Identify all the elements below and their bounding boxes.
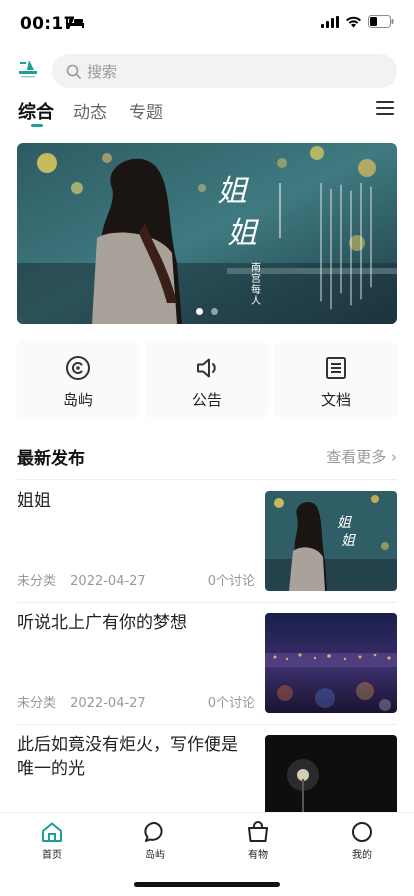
chat-bubble-icon	[144, 822, 163, 842]
latest-section-header: 最新发布 查看更多 ›	[17, 444, 397, 469]
menu-icon[interactable]	[376, 100, 394, 116]
shortcut-island-label: 岛屿	[62, 391, 93, 409]
banner-headline-line-2: 姐	[227, 216, 257, 251]
tab-general[interactable]: 综合	[18, 98, 54, 124]
article-title: 听说北上广有你的梦想	[17, 613, 187, 633]
search-icon	[66, 64, 81, 79]
article-meta: 未分类 2022-04-27 0个讨论	[17, 570, 255, 589]
article-meta: 未分类 2022-04-27 0个讨论	[17, 692, 255, 711]
article-thumbnail	[265, 613, 397, 713]
banner-dot-1[interactable]	[196, 308, 203, 315]
tab-activity[interactable]: 动态	[73, 98, 107, 123]
shortcut-announcement[interactable]: 公告	[146, 341, 268, 417]
sleep-mode-icon	[66, 18, 84, 28]
banner-headline-line-1: 姐	[217, 174, 247, 209]
article-item[interactable]: 姐姐 未分类 2022-04-27 0个讨论 姐 姐	[17, 481, 397, 603]
category-tabs: 综合 动态 专题	[0, 96, 414, 130]
home-icon	[42, 822, 62, 842]
article-date: 2022-04-27	[70, 696, 146, 711]
featured-banner[interactable]: 姐 姐 南宫每人	[17, 143, 397, 324]
search-input[interactable]: 搜索	[52, 54, 397, 88]
document-icon	[326, 357, 346, 379]
article-thumbnail: 姐 姐	[265, 491, 397, 591]
wifi-icon	[346, 16, 361, 27]
banner-poem-texture	[317, 182, 377, 313]
article-title: 此后如竟没有炬火，写作便是唯一的光	[17, 735, 238, 779]
tab-island-label: 岛屿	[145, 850, 165, 861]
banner-dot-2[interactable]	[211, 308, 218, 315]
article-category: 未分类	[17, 696, 57, 711]
home-indicator	[134, 882, 280, 887]
top-bar: 搜索	[0, 54, 414, 88]
banner-caption: 南宫每人	[251, 263, 261, 307]
cellular-signal-icon	[321, 15, 339, 28]
shortcut-documents[interactable]: 文档	[275, 341, 397, 417]
active-tab-indicator	[31, 124, 43, 127]
island-icon	[66, 356, 90, 380]
divider	[17, 479, 397, 480]
battery-icon	[368, 15, 394, 28]
article-thumbnail-headline-2: 姐	[341, 533, 356, 549]
tab-topics[interactable]: 专题	[129, 98, 163, 123]
tab-home[interactable]: 首页	[22, 821, 82, 861]
banner-pagination	[17, 308, 397, 315]
view-more-link[interactable]: 查看更多 ›	[326, 446, 397, 467]
tab-home-label: 首页	[42, 850, 62, 861]
article-date: 2022-04-27	[70, 574, 146, 589]
article-item[interactable]: 听说北上广有你的梦想 未分类 2022-04-27 0个讨论	[17, 603, 397, 725]
shortcut-grid: 岛屿 公告 文档	[17, 341, 397, 417]
article-comment-count: 0个讨论	[207, 574, 255, 589]
tab-profile-label: 我的	[352, 850, 372, 861]
app-logo-icon	[19, 60, 37, 78]
tab-island[interactable]: 岛屿	[125, 821, 185, 861]
search-placeholder: 搜索	[87, 62, 118, 81]
speaker-icon	[197, 358, 216, 378]
article-title: 姐姐	[17, 491, 51, 511]
status-indicators	[321, 15, 394, 28]
profile-circle-icon	[352, 822, 372, 842]
article-category: 未分类	[17, 574, 57, 589]
tab-profile[interactable]: 我的	[332, 821, 392, 861]
shortcut-announcement-label: 公告	[191, 391, 222, 409]
banner-headline: 姐 姐	[217, 171, 257, 255]
section-title: 最新发布	[17, 449, 85, 469]
shopping-bag-icon	[248, 821, 268, 842]
shortcut-documents-label: 文档	[320, 391, 351, 409]
tab-goods[interactable]: 有物	[228, 821, 288, 861]
article-thumbnail-headline: 姐	[337, 515, 352, 531]
tab-goods-label: 有物	[248, 850, 268, 861]
status-bar: 00:17	[0, 0, 414, 48]
shortcut-island[interactable]: 岛屿	[17, 341, 139, 417]
article-comment-count: 0个讨论	[207, 696, 255, 711]
